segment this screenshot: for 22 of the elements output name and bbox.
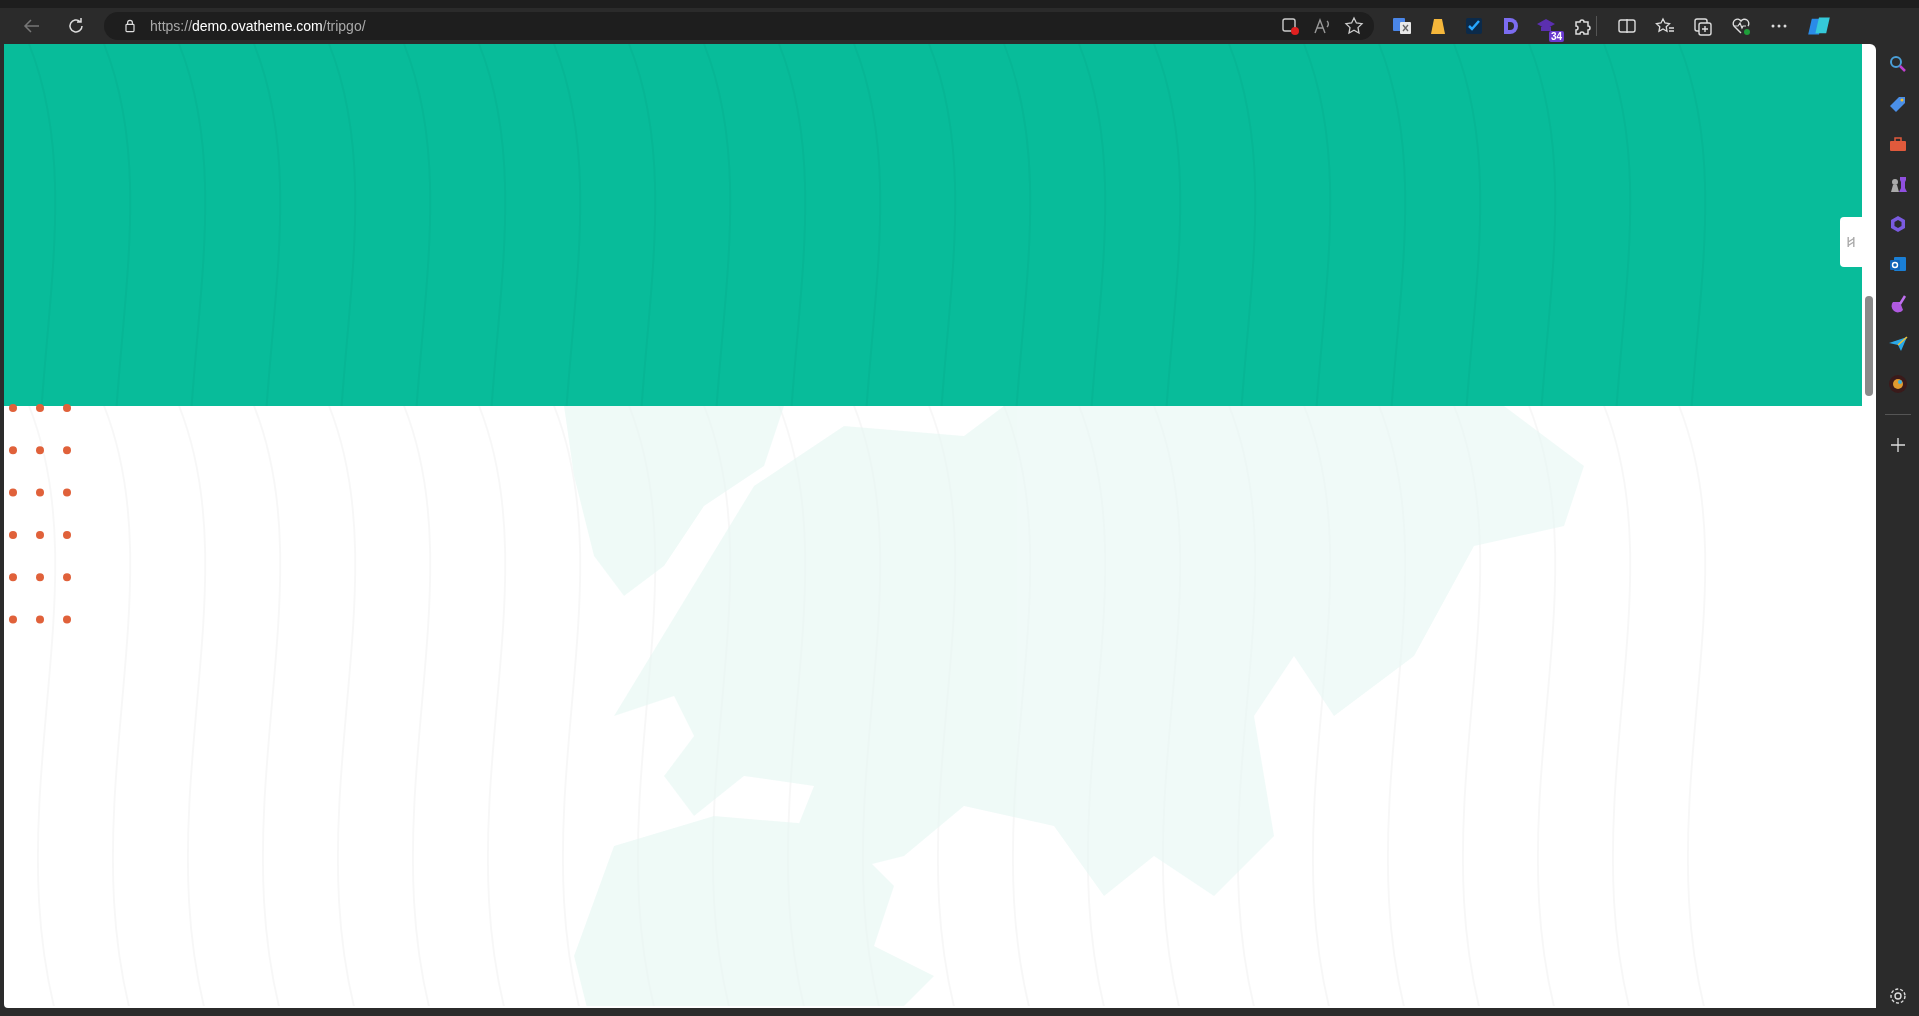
toolbox-icon[interactable]: [1887, 134, 1908, 154]
lock-icon[interactable]: [122, 18, 138, 34]
split-screen-icon[interactable]: [1617, 16, 1637, 36]
url-text[interactable]: https://demo.ovatheme.com/tripgo/: [150, 18, 1268, 34]
scrollbar[interactable]: [1862, 44, 1876, 1008]
extensions-icon[interactable]: [1572, 16, 1592, 36]
collections-icon[interactable]: [1693, 16, 1713, 36]
mail-app-icon[interactable]: [1887, 254, 1908, 274]
read-aloud-icon[interactable]: [1312, 16, 1332, 36]
round-app-icon[interactable]: [1887, 374, 1908, 394]
notification-count: 34: [1548, 31, 1564, 42]
bag-icon[interactable]: [1428, 16, 1448, 36]
refresh-icon[interactable]: [66, 16, 86, 36]
checkmark-icon[interactable]: [1464, 16, 1484, 36]
search-icon[interactable]: [1887, 54, 1908, 74]
settings-icon[interactable]: [1887, 986, 1908, 1006]
heartbeat-icon[interactable]: [1731, 16, 1751, 36]
translate-icon[interactable]: [1392, 16, 1412, 36]
star-icon[interactable]: [1344, 16, 1364, 36]
app-blocked-icon[interactable]: [1280, 16, 1300, 36]
side-panel-handle[interactable]: [1840, 217, 1862, 267]
address-bar[interactable]: https://demo.ovatheme.com/tripgo/: [104, 12, 1374, 40]
